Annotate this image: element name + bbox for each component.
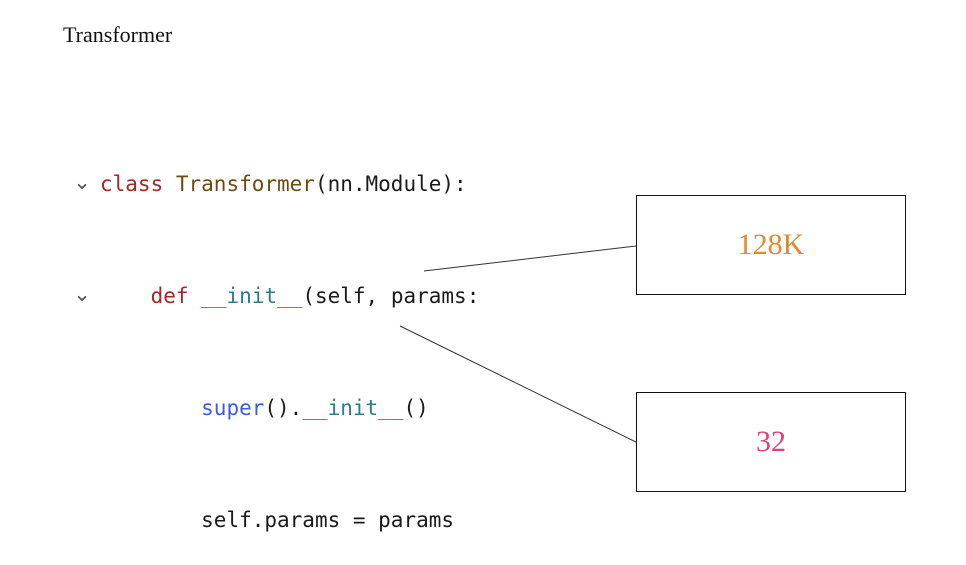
code-line-1: ⌄ class Transformer(nn.Module): — [64, 164, 500, 204]
callout-n-layers: 32 — [636, 392, 906, 492]
callout-value: 32 — [756, 425, 786, 459]
keyword-class: class — [100, 164, 163, 204]
keyword-def: def — [151, 276, 189, 316]
class-name: Transformer — [176, 164, 315, 204]
diagram-title: Transformer — [63, 22, 172, 48]
method-name: __init__ — [302, 388, 403, 428]
code-text: (self, params: — [302, 276, 479, 316]
fold-chevron-icon[interactable]: ⌄ — [64, 164, 100, 204]
code-line-4: self.params = params — [64, 500, 500, 540]
code-text: self.params = params — [201, 500, 454, 540]
callout-value: 128K — [738, 228, 805, 262]
builtin-super: super — [201, 388, 264, 428]
code-line-2: ⌄ def __init__(self, params: — [64, 276, 500, 316]
code-text: () — [403, 388, 428, 428]
method-name: __init__ — [201, 276, 302, 316]
gutter-blank — [64, 500, 100, 540]
fold-chevron-icon[interactable]: ⌄ — [64, 276, 100, 316]
callout-vocab-size: 128K — [636, 195, 906, 295]
gutter-blank — [64, 388, 100, 428]
code-text: (). — [264, 388, 302, 428]
code-text: (nn.Module): — [315, 164, 467, 204]
code-line-3: super().__init__() — [64, 388, 500, 428]
code-block: ⌄ class Transformer(nn.Module): ⌄ def __… — [64, 92, 500, 565]
